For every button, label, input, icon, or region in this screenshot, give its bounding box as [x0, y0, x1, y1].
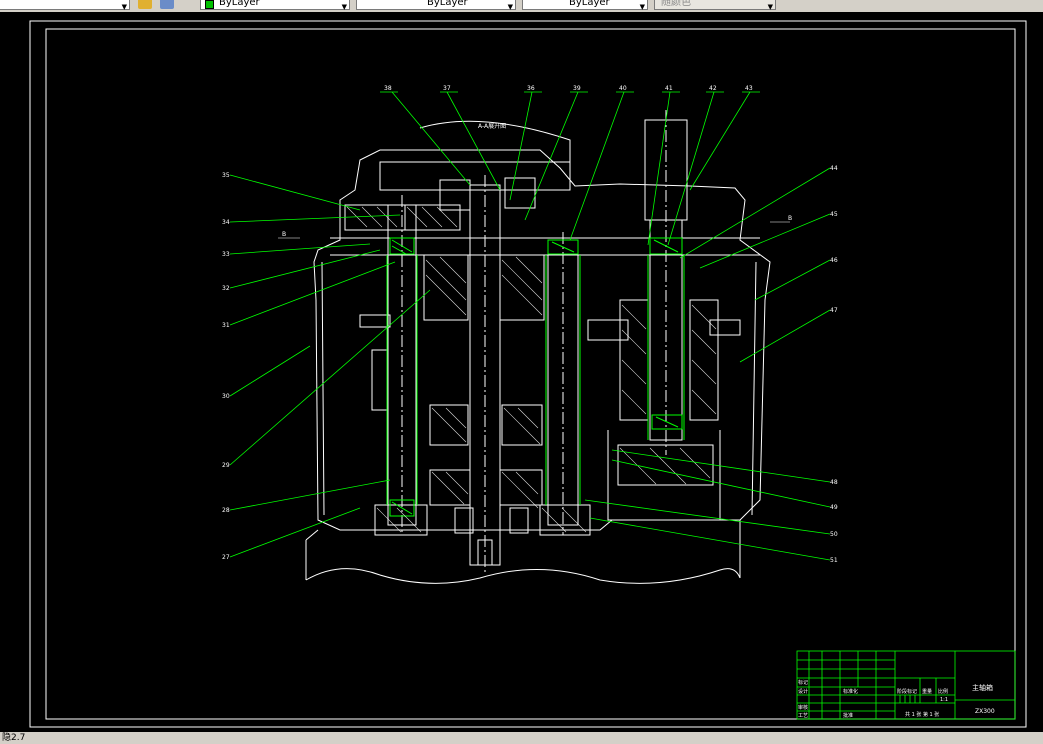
- callout-label: 28: [222, 507, 230, 514]
- callouts-left: 35 34 33 32 31 30 29 28 27: [222, 172, 230, 561]
- callout-label: 49: [830, 504, 838, 511]
- callout-label: 27: [222, 554, 230, 561]
- callout-label: 43: [745, 85, 753, 92]
- color-dropdown[interactable]: ByLayer ▼: [200, 0, 350, 11]
- callouts-right: 44 45 46 47 48 49 50 51: [830, 165, 838, 564]
- callout-label: 42: [709, 85, 717, 92]
- outer-sheet-border: [29, 20, 1027, 728]
- scale-label: 比例: [938, 688, 948, 695]
- callout-label: 48: [830, 479, 838, 486]
- drawing-canvas[interactable]: 38 37 36 39 40 41 42 43 35 34 33 32 31 3…: [0, 12, 1043, 732]
- command-text: 隐2.7: [2, 733, 26, 743]
- callout-label: 46: [830, 257, 838, 264]
- callout-label: 40: [619, 85, 627, 92]
- callout-label: 51: [830, 557, 838, 564]
- cad-drawing: 38 37 36 39 40 41 42 43 35 34 33 32 31 3…: [29, 20, 1027, 728]
- drawing-number: ZX300: [975, 708, 995, 715]
- callout-label: 32: [222, 285, 230, 292]
- callout-label: 45: [830, 211, 838, 218]
- linetype-dropdown[interactable]: ByLayer ▼: [356, 0, 516, 11]
- std-label: 标准化: [843, 688, 858, 695]
- lineweight-dropdown[interactable]: ByLayer ▼: [522, 0, 648, 11]
- mass-label: 重量: [922, 688, 932, 695]
- layer-properties-icon[interactable]: [138, 0, 152, 9]
- stage-label: 阶段标记: [897, 688, 917, 695]
- layer-stack-icon[interactable]: [160, 0, 174, 9]
- section-marker-right: B: [788, 215, 792, 222]
- section-view-label: A-A展开图: [478, 123, 506, 130]
- callout-label: 33: [222, 251, 230, 258]
- callout-label: 50: [830, 531, 838, 538]
- callout-label: 47: [830, 307, 838, 314]
- callout-label: 44: [830, 165, 838, 172]
- callouts-top: 38 37 36 39 40 41 42 43: [384, 85, 753, 92]
- callout-label: 36: [527, 85, 535, 92]
- callout-label: 38: [384, 85, 392, 92]
- callout-label: 30: [222, 393, 230, 400]
- callout-label: 37: [443, 85, 451, 92]
- sheet-info: 共 1 张 第 1 张: [905, 711, 939, 718]
- row-label: 标记: [798, 679, 808, 686]
- plotstyle-dropdown[interactable]: 随颜色 ▼: [654, 0, 776, 11]
- layer-dropdown[interactable]: ▼: [0, 0, 130, 11]
- drawing-name: 主轴箱: [972, 683, 993, 692]
- callout-label: 35: [222, 172, 230, 179]
- title-block-text: 标记 设计 审核 工艺 标准化 批准 阶段标记 重量 比例 1:1 共 1 张 …: [798, 679, 995, 719]
- section-marker-left: B: [282, 231, 286, 238]
- plotstyle-value: 随颜色: [661, 0, 691, 8]
- row-label: 设计: [798, 688, 808, 695]
- callout-label: 39: [573, 85, 581, 92]
- row-label: 审核: [798, 704, 808, 711]
- approve-label: 批准: [843, 712, 853, 719]
- lineweight-value: ByLayer: [569, 0, 610, 8]
- bearing-highlights: [386, 237, 685, 517]
- command-line[interactable]: 隐2.7: [0, 732, 1043, 744]
- row-label: 工艺: [798, 713, 808, 719]
- callout-label: 41: [665, 85, 673, 92]
- gearbox-assembly: [305, 110, 771, 584]
- callout-label: 29: [222, 462, 230, 469]
- linetype-value: ByLayer: [427, 0, 468, 8]
- callout-label: 31: [222, 322, 230, 329]
- color-swatch-icon: [205, 0, 214, 9]
- color-value: ByLayer: [219, 0, 260, 8]
- callout-label: 34: [222, 219, 230, 226]
- inner-sheet-border: [45, 28, 1016, 720]
- scale-value: 1:1: [940, 697, 948, 703]
